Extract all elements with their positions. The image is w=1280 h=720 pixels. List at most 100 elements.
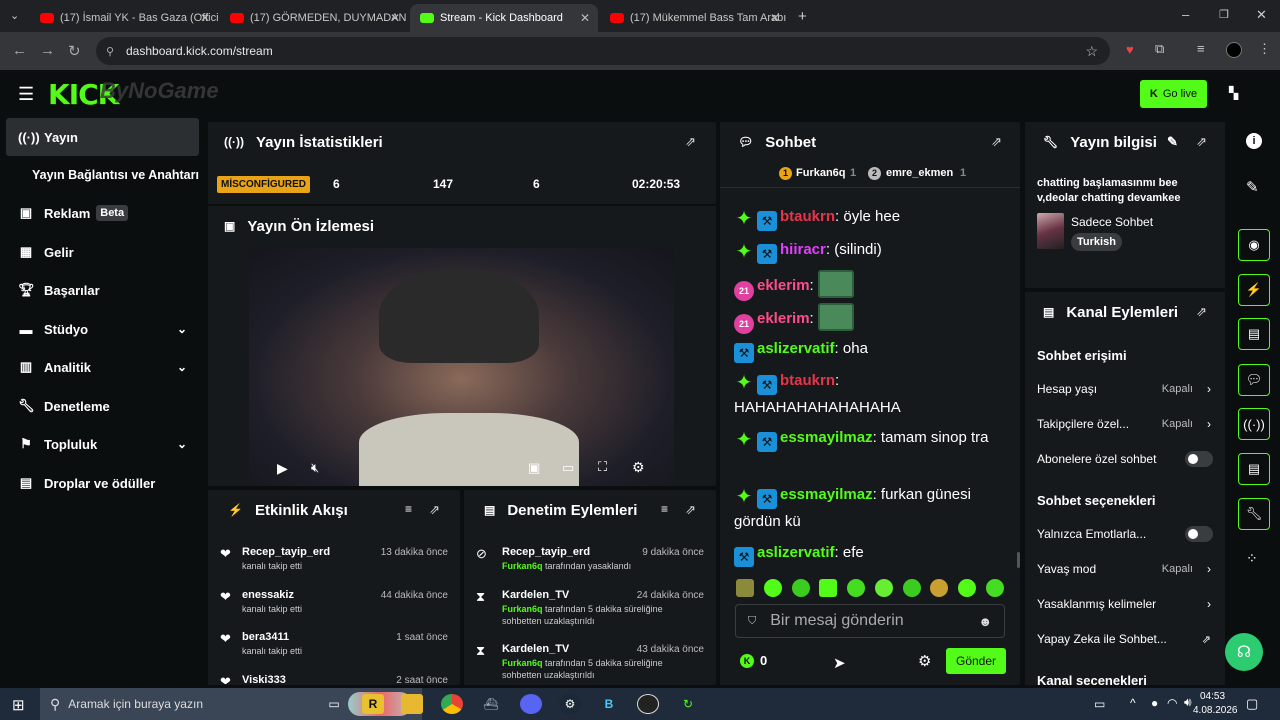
moderator-name[interactable]: Furkan6q	[502, 658, 543, 668]
language-tag[interactable]: Turkish	[1071, 233, 1122, 251]
new-tab-icon[interactable]: +	[798, 8, 807, 25]
chat-username[interactable]: essmayilmaz	[780, 486, 873, 503]
moderated-user[interactable]: Kardelen_TV	[502, 589, 569, 601]
pinned-user[interactable]: emre_ekmen	[886, 167, 953, 179]
forward-icon[interactable]: →	[40, 42, 55, 59]
setting-account-age[interactable]: Hesap yaşı Kapalı ›	[1037, 381, 1213, 397]
sidebar-item-basarilar[interactable]: 🏆︎ Başarılar	[6, 271, 199, 309]
notifications-icon[interactable]: ▢	[1246, 696, 1258, 712]
chrome-icon[interactable]	[441, 694, 463, 714]
sidebar-item-reklam[interactable]: ▣ Reklam Beta	[6, 194, 199, 232]
setting-ai-moderation[interactable]: Yapay Zeka ile Sohbet... ⇗	[1037, 631, 1213, 647]
profile-avatar[interactable]	[1226, 42, 1242, 58]
tab-search-dropdown[interactable]: ⌄	[10, 9, 19, 22]
volume-icon[interactable]: 🔊︎	[1184, 695, 1192, 710]
setting-banned-words[interactable]: Yasaklanmış kelimeler ›	[1037, 596, 1213, 612]
lightning-icon[interactable]: ⚡	[1238, 274, 1270, 306]
emote-only-toggle[interactable]	[1185, 526, 1213, 542]
browser-menu-icon[interactable]: ⋮	[1258, 41, 1271, 57]
microphone-icon[interactable]: ●	[1151, 696, 1158, 710]
url-input[interactable]: ⚲ dashboard.kick.com/stream ☆	[96, 37, 1110, 65]
chat-username[interactable]: eklerim	[757, 310, 810, 327]
broadcast-icon[interactable]: ((·))	[1238, 408, 1270, 440]
clock-date[interactable]: 4.08.2026	[1193, 705, 1238, 716]
popout-icon[interactable]: ⇗	[991, 134, 1002, 150]
app-icon-r[interactable]: R	[362, 694, 384, 714]
close-tab-icon[interactable]: ✕	[770, 11, 780, 25]
sidebar-item-studyo[interactable]: ▬ Stüdyo ⌄	[6, 310, 199, 348]
edit-pencil-icon[interactable]: ✎	[1246, 178, 1259, 196]
wifi-icon[interactable]: ◠	[1167, 696, 1177, 710]
help-headset-button[interactable]: ☊	[1225, 633, 1263, 671]
emote-icon[interactable]	[874, 579, 893, 597]
emote-image[interactable]	[817, 303, 854, 331]
pip-icon[interactable]: ▣	[528, 460, 540, 476]
emote-icon[interactable]	[819, 579, 838, 597]
moderated-user[interactable]: Recep_tayip_erd	[502, 546, 590, 558]
tray-chevron-icon[interactable]: ^	[1130, 696, 1136, 710]
send-button[interactable]: Gönder	[946, 648, 1006, 674]
moderator-name[interactable]: Furkan6q	[502, 604, 543, 614]
chat-username[interactable]: btaukrn	[780, 372, 835, 389]
popout-icon[interactable]: ⇗	[429, 502, 440, 518]
emoji-picker-icon[interactable]: ☻	[978, 614, 992, 629]
reload-icon[interactable]: ↻	[68, 42, 81, 60]
emote-image[interactable]	[817, 270, 854, 298]
layout-toggle-icon[interactable]: ▚	[1229, 86, 1238, 100]
emote-icon[interactable]	[902, 579, 921, 597]
network-icon[interactable]: ▭	[1094, 697, 1105, 711]
hamburger-menu-icon[interactable]: ☰	[18, 84, 34, 105]
emote-icon[interactable]	[958, 579, 977, 597]
browser-tab-2[interactable]: (17) GÖRMEDEN, DUYMADAN ✕	[220, 4, 408, 32]
category-name[interactable]: Sadece Sohbet	[1071, 215, 1153, 229]
close-window-icon[interactable]: ✕	[1256, 7, 1267, 23]
file-explorer-icon[interactable]	[401, 694, 423, 714]
restore-icon[interactable]: ❐	[1219, 8, 1229, 21]
apps-icon[interactable]: ⁘	[1246, 550, 1258, 567]
popout-icon[interactable]: ⇗	[1196, 304, 1207, 320]
filter-icon[interactable]: ≡	[405, 502, 412, 516]
popout-icon[interactable]: ⇗	[685, 502, 696, 518]
document-icon[interactable]: ▤	[1238, 318, 1270, 350]
sidebar-item-gelir[interactable]: ▦ Gelir	[6, 233, 199, 271]
clock-time[interactable]: 04:53	[1200, 691, 1225, 702]
sidebar-item-droplar[interactable]: ▤ Droplar ve ödüller	[6, 464, 199, 502]
task-view-icon[interactable]: ▭	[323, 694, 345, 714]
emote-icon[interactable]	[985, 579, 1004, 597]
windows-start-icon[interactable]: ⊞	[12, 696, 25, 714]
activity-user[interactable]: bera3411	[242, 631, 289, 643]
emote-icon[interactable]	[736, 579, 754, 597]
setting-followers-only[interactable]: Takipçilere özel... Kapalı ›	[1037, 416, 1213, 432]
mute-icon[interactable]: 🔇︎	[311, 460, 319, 476]
minimize-icon[interactable]: –	[1182, 7, 1189, 22]
theater-icon[interactable]: ▭	[562, 460, 574, 476]
activity-user[interactable]: Viski333	[242, 674, 286, 684]
activity-user[interactable]: enessakiz	[242, 589, 294, 601]
chat-message-input[interactable]: ⛉ Bir mesaj gönderin ☻	[735, 604, 1005, 638]
extension-icon[interactable]: ♥	[1126, 42, 1134, 57]
activity-user[interactable]: Recep_tayip_erd	[242, 546, 330, 558]
close-tab-icon[interactable]: ✕	[580, 11, 590, 25]
app-icon-green[interactable]: ↻	[677, 694, 699, 714]
setting-slow-mode[interactable]: Yavaş mod Kapalı ›	[1037, 561, 1213, 577]
info-icon[interactable]: i	[1246, 133, 1262, 149]
emote-icon[interactable]	[791, 579, 810, 597]
chat-username[interactable]: hiiracr	[780, 241, 826, 258]
chat-scrollbar[interactable]	[1017, 552, 1020, 568]
category-thumbnail[interactable]	[1037, 213, 1064, 249]
back-icon[interactable]: ←	[12, 42, 27, 59]
extensions-puzzle-icon[interactable]: ⧉	[1155, 41, 1164, 57]
browser-tab-3[interactable]: Stream - Kick Dashboard ✕	[410, 4, 598, 32]
edit-pencil-icon[interactable]: ✎	[1167, 134, 1178, 150]
play-icon[interactable]: ▶	[277, 460, 288, 477]
sidebar-item-stream-key[interactable]: Yayın Bağlantısı ve Anahtarı	[6, 156, 199, 194]
chat-settings-gear-icon[interactable]: ⚙	[918, 652, 931, 670]
go-live-button[interactable]: K Go live	[1140, 80, 1207, 108]
obs-icon[interactable]	[637, 694, 659, 714]
camera-scene-icon[interactable]: ◉	[1238, 229, 1270, 261]
kick-points-icon[interactable]: K	[740, 654, 754, 668]
discord-icon[interactable]	[520, 694, 542, 714]
emote-icon[interactable]	[930, 579, 949, 597]
app-icon-b[interactable]: B	[598, 694, 620, 714]
browser-tab-1[interactable]: (17) İsmail YK - Bas Gaza (Offici ✕	[30, 4, 218, 32]
